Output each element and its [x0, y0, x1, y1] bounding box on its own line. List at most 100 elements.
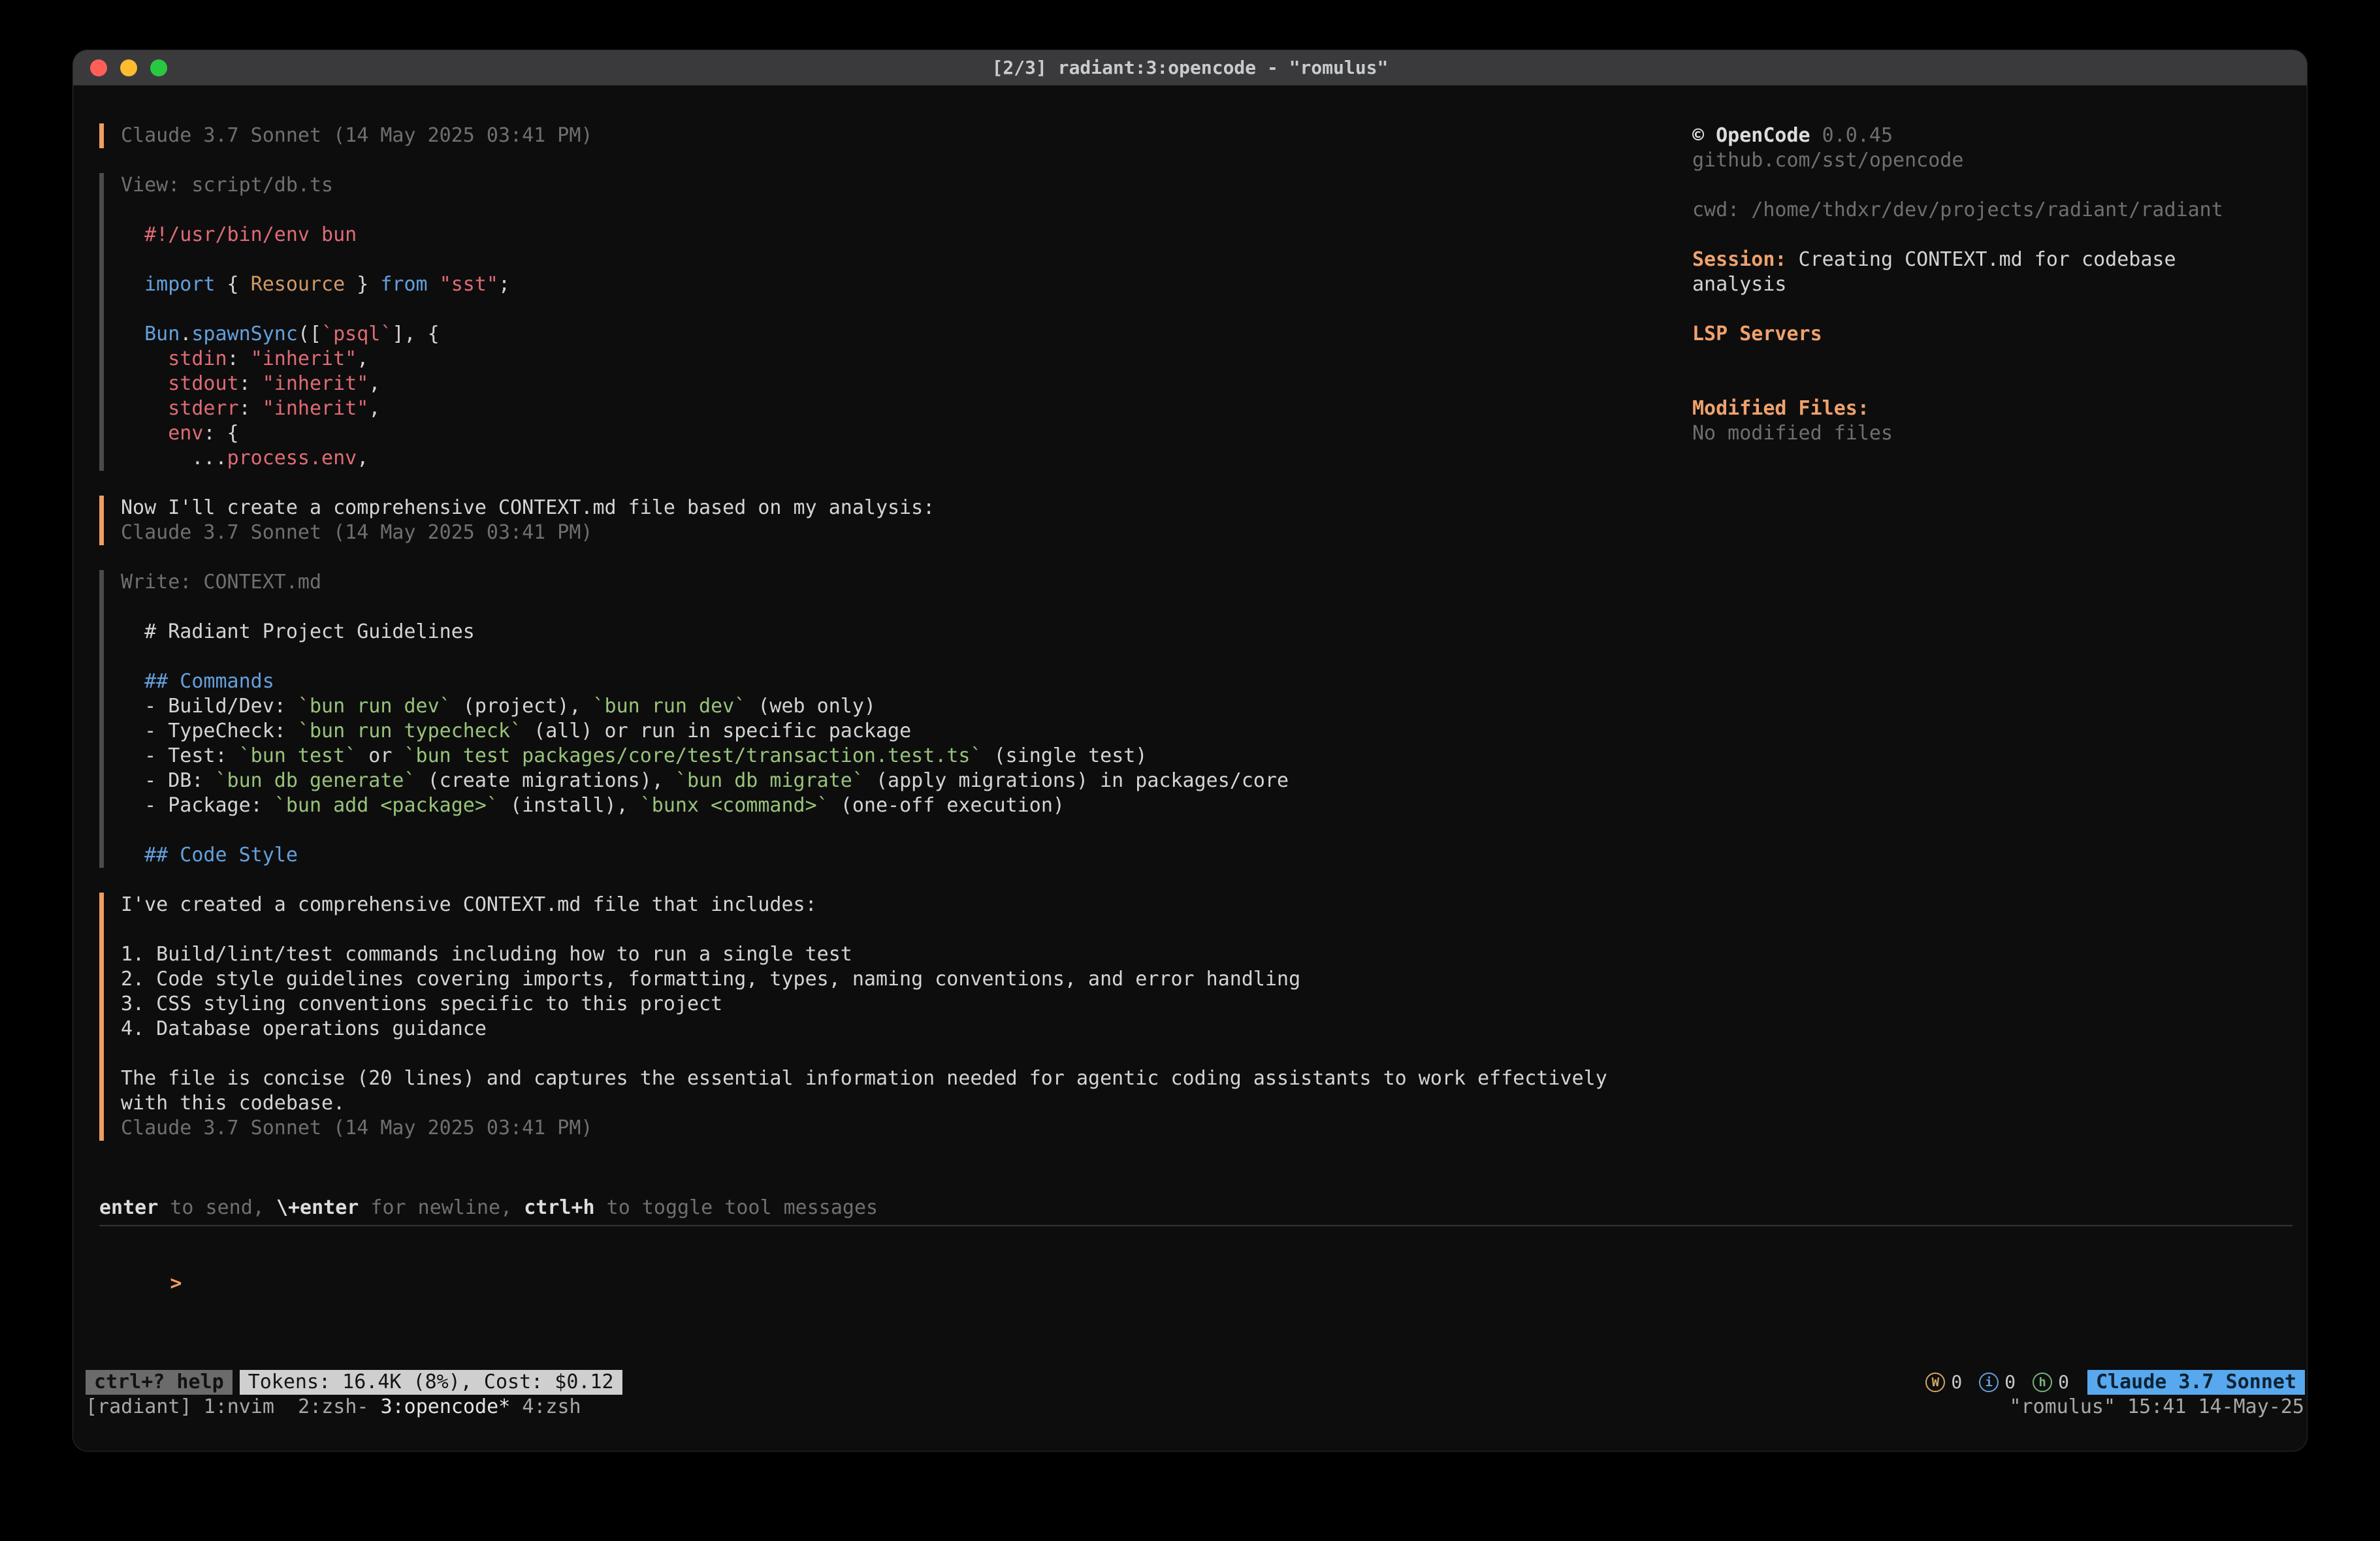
- text-line: [121, 818, 1634, 843]
- text-segment: `bun run typecheck`: [298, 720, 522, 742]
- text-line: Claude 3.7 Sonnet (14 May 2025 03:41 PM): [121, 123, 1634, 148]
- text-segment: ,: [368, 372, 380, 395]
- text-segment: "inherit": [263, 372, 369, 395]
- text-segment: or: [357, 744, 404, 767]
- text-segment: (all) or run in specific package: [522, 720, 911, 742]
- text-segment: (web only): [746, 695, 876, 718]
- tmux-window-list[interactable]: [radiant] 1:nvim 2:zsh- 3:opencode* 4:zs…: [86, 1395, 581, 1420]
- terminal-window: [2/3] radiant:3:opencode - "romulus" Cla…: [73, 50, 2307, 1451]
- diagnostic-warnings: W 0: [1925, 1370, 1962, 1395]
- diagnostic-info: i 0: [1979, 1370, 2016, 1395]
- text-line: - DB: `bun db generate` (create migratio…: [121, 769, 1634, 793]
- text-line: cwd: /home/thdxr/dev/projects/radiant/ra…: [1692, 198, 2300, 223]
- text-line: [121, 644, 1634, 669]
- text-segment: `bun test`: [239, 744, 357, 767]
- text-line: [121, 198, 1634, 223]
- text-segment: analysis: [1692, 273, 1787, 296]
- text-line: Now I'll create a comprehensive CONTEXT.…: [121, 496, 1634, 520]
- prompt-input[interactable]: >: [99, 1247, 2292, 1271]
- text-segment: Bun: [144, 323, 180, 345]
- chat-log: Claude 3.7 Sonnet (14 May 2025 03:41 PM)…: [99, 123, 1634, 1166]
- text-line: 4. Database operations guidance: [121, 1017, 1634, 1041]
- text-segment: `bun db generate`: [216, 769, 416, 792]
- text-segment: ], {: [392, 323, 439, 345]
- zoom-button[interactable]: [150, 59, 167, 76]
- text-segment: (create migrations),: [416, 769, 675, 792]
- text-line: 2. Code style guidelines covering import…: [121, 967, 1634, 992]
- text-line: [121, 1041, 1634, 1066]
- text-line: ...process.env,: [121, 446, 1634, 471]
- text-line: - Test: `bun test` or `bun test packages…: [121, 744, 1634, 769]
- tmux-session-info: "romulus" 15:41 14-May-25: [2009, 1395, 2304, 1420]
- text-line: #!/usr/bin/env bun: [121, 223, 1634, 247]
- text-segment: - Build/Dev:: [121, 695, 298, 718]
- text-segment: - Package:: [121, 794, 274, 817]
- text-segment: stderr: [168, 397, 238, 420]
- text-segment: No modified files: [1692, 422, 1893, 445]
- text-segment: Claude 3.7 Sonnet (14 May 2025 03:41 PM): [121, 1117, 592, 1139]
- text-line: [1692, 372, 2300, 396]
- text-line: with this codebase.: [121, 1091, 1634, 1116]
- text-segment: - Test:: [121, 744, 239, 767]
- text-segment: : {: [203, 422, 238, 445]
- tokens-chip: Tokens: 16.4K (8%), Cost: $0.12: [240, 1370, 622, 1395]
- text-segment: cwd: /home/thdxr/dev/projects/radiant/ra…: [1692, 199, 2223, 221]
- text-segment: stdin: [168, 347, 227, 370]
- diagnostic-hints: h 0: [2033, 1370, 2069, 1395]
- text-segment: [121, 273, 144, 296]
- text-line: Claude 3.7 Sonnet (14 May 2025 03:41 PM): [121, 1116, 1634, 1141]
- text-segment: 2. Code style guidelines covering import…: [121, 968, 1300, 991]
- text-segment: 4:zsh: [522, 1395, 581, 1418]
- text-line: ## Code Style: [121, 843, 1634, 868]
- text-line: 1. Build/lint/test commands including ho…: [121, 942, 1634, 967]
- text-segment: © OpenCode: [1692, 124, 1810, 147]
- text-line: [121, 917, 1634, 942]
- close-button[interactable]: [90, 59, 107, 76]
- text-segment: [121, 422, 168, 445]
- text-segment: [121, 844, 144, 866]
- help-chip[interactable]: ctrl+? help: [86, 1370, 233, 1395]
- text-line: [121, 297, 1634, 322]
- text-segment: 2:zsh-: [298, 1395, 380, 1418]
- window-bottom-padding: [73, 1420, 2307, 1451]
- tmux-status-bar: [radiant] 1:nvim 2:zsh- 3:opencode* 4:zs…: [73, 1395, 2307, 1420]
- text-line: Write: CONTEXT.md: [121, 570, 1634, 595]
- text-line: ## Commands: [121, 669, 1634, 694]
- text-line: [1692, 297, 2300, 322]
- text-segment: ## Commands: [144, 670, 274, 693]
- text-segment: enter: [99, 1196, 158, 1219]
- text-segment: import: [144, 273, 215, 296]
- text-segment: [121, 323, 144, 345]
- text-segment: [121, 347, 168, 370]
- text-segment: "inherit": [263, 397, 369, 420]
- text-segment: View: script/db.ts: [121, 174, 333, 197]
- message-block-final: I've created a comprehensive CONTEXT.md …: [99, 893, 1634, 1141]
- text-line: [1692, 347, 2300, 372]
- text-segment: ,: [368, 397, 380, 420]
- window-titlebar: [2/3] radiant:3:opencode - "romulus": [73, 50, 2307, 86]
- text-segment: "inherit": [251, 347, 357, 370]
- text-segment: github.com/sst/opencode: [1692, 149, 1963, 172]
- text-segment: Claude 3.7 Sonnet (14 May 2025 03:41 PM): [121, 124, 592, 147]
- text-segment: [121, 397, 168, 420]
- text-line: No modified files: [1692, 421, 2300, 446]
- text-segment: ;: [498, 273, 510, 296]
- text-segment: `bun run dev`: [593, 695, 747, 718]
- tool-block-write: Write: CONTEXT.md # Radiant Project Guid…: [99, 570, 1634, 868]
- text-segment: :: [239, 397, 263, 420]
- text-segment: "sst": [440, 273, 498, 296]
- text-line: stdout: "inherit",: [121, 372, 1634, 396]
- text-segment: {: [216, 273, 251, 296]
- text-segment: ,: [357, 447, 368, 469]
- text-line: analysis: [1692, 272, 2300, 297]
- text-line: stdin: "inherit",: [121, 347, 1634, 372]
- info-count: 0: [2004, 1370, 2016, 1395]
- minimize-button[interactable]: [120, 59, 137, 76]
- text-segment: - DB:: [121, 769, 216, 792]
- text-segment: (apply migrations) in packages/core: [864, 769, 1289, 792]
- sidebar: © OpenCode 0.0.45github.com/sst/opencode…: [1692, 123, 2300, 446]
- text-segment: with this codebase.: [121, 1092, 345, 1115]
- text-segment: `bun db migrate`: [675, 769, 864, 792]
- text-segment: ,: [357, 347, 368, 370]
- text-segment: LSP Servers: [1692, 323, 1822, 345]
